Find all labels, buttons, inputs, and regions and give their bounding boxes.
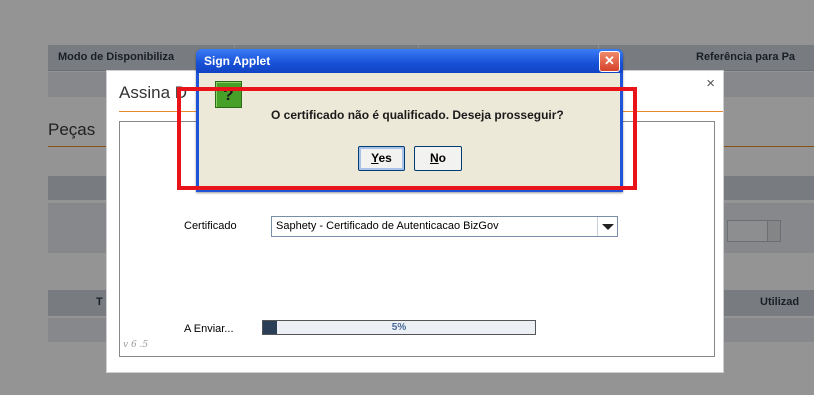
modal-title: Assina D	[119, 83, 188, 102]
send-status-label: A Enviar...	[184, 323, 234, 335]
question-icon: ?	[215, 81, 242, 108]
no-label-rest: o	[438, 151, 446, 165]
close-icon[interactable]: ✕	[599, 51, 620, 72]
no-mnemonic: N	[429, 151, 439, 165]
close-icon[interactable]: ×	[706, 75, 715, 92]
confirm-dialog: Sign Applet ✕ ? O certificado não é qual…	[196, 49, 623, 192]
certificate-select-value: Saphety - Certificado de Autenticacao Bi…	[276, 220, 499, 232]
no-button[interactable]: No	[414, 146, 462, 171]
dialog-titlebar[interactable]: Sign Applet ✕	[196, 49, 623, 73]
dialog-title: Sign Applet	[204, 54, 271, 68]
chevron-down-icon[interactable]	[597, 217, 617, 236]
certificate-select[interactable]: Saphety - Certificado de Autenticacao Bi…	[271, 216, 618, 237]
certificate-label: Certificado	[184, 220, 237, 232]
dialog-body: ? O certificado não é qualificado. Desej…	[199, 73, 620, 189]
yes-button[interactable]: Yes	[358, 146, 405, 171]
yes-label-rest: es	[378, 151, 392, 165]
applet-version: v 6 .5	[123, 340, 149, 350]
dialog-message: O certificado não é qualificado. Deseja …	[271, 108, 564, 122]
progress-text: 5%	[391, 322, 407, 333]
upload-progress-bar: 5%	[262, 320, 536, 335]
